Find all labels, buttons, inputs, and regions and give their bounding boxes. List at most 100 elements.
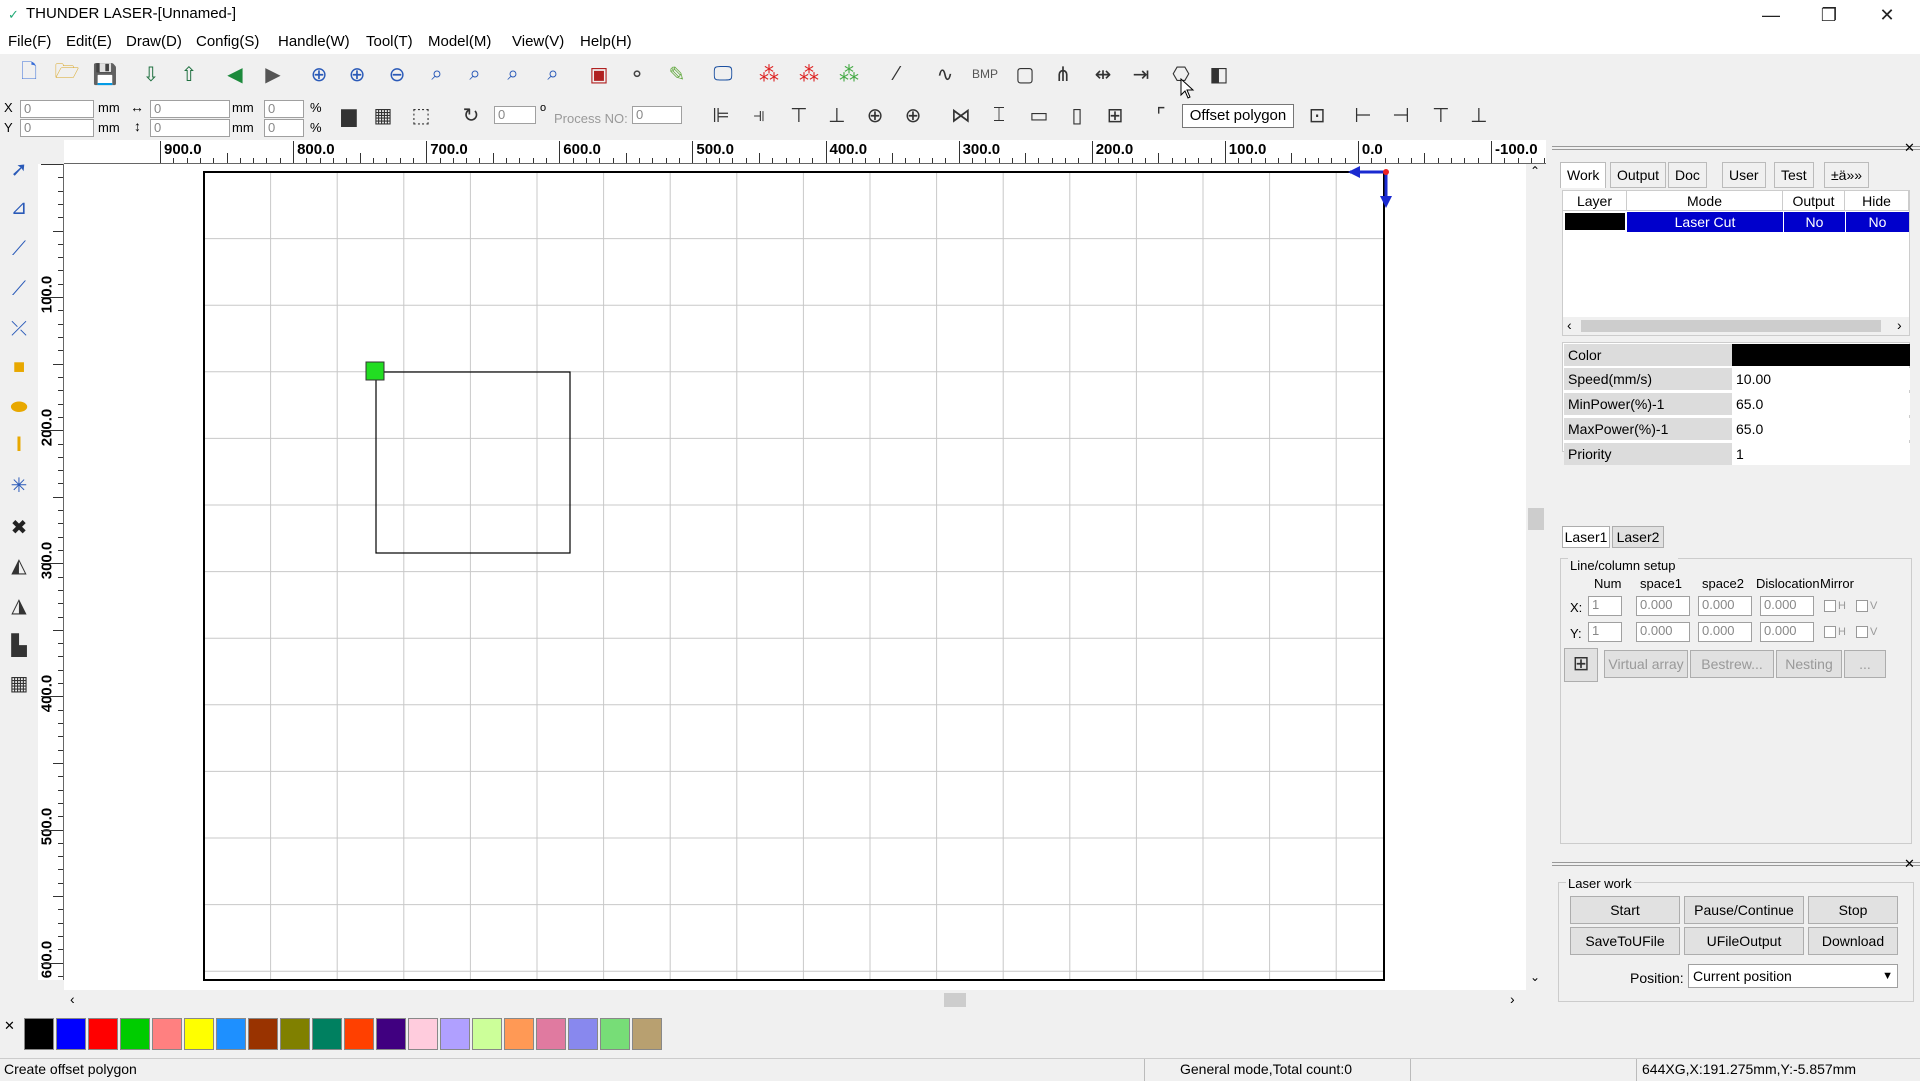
new-file-icon[interactable]: 🗋: [14, 59, 44, 89]
align-right-icon[interactable]: ⫣: [744, 100, 774, 130]
x-mirror-h-checkbox[interactable]: [1824, 600, 1836, 612]
zoom-all-icon[interactable]: ⌕: [538, 59, 568, 89]
prop-minpower-value[interactable]: 65.0: [1732, 393, 1910, 415]
curve-icon[interactable]: ∿: [930, 59, 960, 89]
drawing-canvas[interactable]: [64, 164, 1526, 990]
page-icon[interactable]: ⊡: [1302, 100, 1332, 130]
palette-swatch[interactable]: [184, 1018, 214, 1050]
curve-tool-icon[interactable]: ⤫: [4, 314, 34, 344]
download-button[interactable]: Download: [1808, 927, 1898, 955]
tab-doc[interactable]: Doc: [1668, 162, 1707, 188]
y-position-field[interactable]: 0: [20, 119, 94, 137]
fit-icon[interactable]: ⬚: [406, 100, 436, 130]
save-to-ufile-button[interactable]: SaveToUFile: [1570, 927, 1680, 955]
prop-priority-value[interactable]: 1: [1732, 443, 1910, 465]
point-tool-icon[interactable]: ✳: [4, 470, 34, 500]
layer-hide[interactable]: No: [1846, 212, 1909, 232]
y-percent-field[interactable]: 0: [264, 119, 304, 137]
layer-scroll-right-icon[interactable]: ›: [1897, 317, 1902, 333]
x-space1-field[interactable]: 0.000: [1636, 596, 1690, 616]
rotate-icon[interactable]: ↻: [456, 100, 486, 130]
width-field[interactable]: 0: [150, 100, 230, 118]
position-select[interactable]: Current position ▼: [1688, 964, 1898, 988]
dist-grid-icon[interactable]: ⊞: [1100, 100, 1130, 130]
node-edit-icon[interactable]: ⚬: [622, 59, 652, 89]
maximize-button[interactable]: ❐: [1800, 0, 1858, 30]
align-left-icon[interactable]: ⊫: [706, 100, 736, 130]
tree-icon[interactable]: ⋔: [1048, 59, 1078, 89]
menu-model[interactable]: Model(M): [428, 33, 491, 50]
array-tool-icon[interactable]: ▦: [4, 668, 34, 698]
brush-icon[interactable]: ✎: [662, 59, 692, 89]
monitor-icon[interactable]: 🖵: [708, 59, 738, 89]
align-icon[interactable]: ⇹: [1088, 59, 1118, 89]
ufile-output-button[interactable]: UFileOutput: [1684, 927, 1804, 955]
palette-swatch[interactable]: [88, 1018, 118, 1050]
save-icon[interactable]: 💾: [90, 59, 120, 89]
process-no-field[interactable]: 0: [632, 106, 682, 124]
tab-work[interactable]: Work: [1560, 162, 1607, 188]
palette-swatch[interactable]: [568, 1018, 598, 1050]
array-grid-button[interactable]: ⊞: [1564, 648, 1598, 682]
scroll-up-icon[interactable]: ⌃: [1530, 164, 1540, 178]
col-hide[interactable]: Hide: [1845, 191, 1909, 211]
palette-swatch[interactable]: [440, 1018, 470, 1050]
grid-icon[interactable]: ▦: [368, 100, 398, 130]
x-position-field[interactable]: 0: [20, 100, 94, 118]
palette-swatch[interactable]: [632, 1018, 662, 1050]
palette-swatch[interactable]: [472, 1018, 502, 1050]
more-button[interactable]: ...: [1844, 650, 1886, 678]
tab-test[interactable]: Test: [1774, 162, 1814, 188]
center-h-icon[interactable]: ⊕: [860, 100, 890, 130]
zoom-page-icon[interactable]: ⌕: [422, 59, 452, 89]
height-field[interactable]: 0: [150, 119, 230, 137]
palette-swatch[interactable]: [504, 1018, 534, 1050]
center-v-icon[interactable]: ⊕: [898, 100, 928, 130]
palette-swatch[interactable]: [216, 1018, 246, 1050]
import-icon[interactable]: ⇩: [136, 59, 166, 89]
layer-hscroll[interactable]: ‹ ›: [1563, 317, 1909, 335]
menu-edit[interactable]: Edit(E): [66, 33, 112, 50]
y-space1-field[interactable]: 0.000: [1636, 622, 1690, 642]
rectangle-tool-icon[interactable]: ■: [4, 352, 34, 382]
lock-ratio-icon[interactable]: ▆: [334, 100, 364, 130]
horizontal-scroll-thumb[interactable]: [944, 993, 966, 1007]
palette-swatch[interactable]: [600, 1018, 630, 1050]
menu-tool[interactable]: Tool(T): [366, 33, 413, 50]
edge-top-icon[interactable]: ⊤: [1426, 100, 1456, 130]
zoom-pan-icon[interactable]: ⊕: [304, 59, 334, 89]
col-output[interactable]: Output: [1783, 191, 1845, 211]
menu-config[interactable]: Config(S): [196, 33, 259, 50]
vertical-scrollbar[interactable]: ⌃ ⌄: [1526, 164, 1546, 990]
node-tool-icon[interactable]: ⊿: [4, 192, 34, 222]
panel-close-icon[interactable]: ✕: [1904, 140, 1915, 156]
edge-right-icon[interactable]: ⊣: [1386, 100, 1416, 130]
bestrew-button[interactable]: Bestrew...: [1690, 650, 1774, 678]
tab-output[interactable]: Output: [1610, 162, 1667, 188]
palette-swatch[interactable]: [312, 1018, 342, 1050]
tab-user[interactable]: User: [1722, 162, 1766, 188]
scroll-right-icon[interactable]: ›: [1510, 991, 1515, 1007]
export-icon[interactable]: ⇧: [174, 59, 204, 89]
pause-continue-button[interactable]: Pause/Continue: [1684, 896, 1804, 924]
rotate-field[interactable]: 0: [494, 106, 536, 124]
polyline-tool-icon[interactable]: ⟋: [4, 274, 34, 304]
palette-swatch[interactable]: [120, 1018, 150, 1050]
array-a-icon[interactable]: ⁂: [754, 59, 784, 89]
mirror-v-icon[interactable]: ◮: [4, 590, 34, 620]
same-size-icon[interactable]: ▭: [1024, 100, 1054, 130]
align-bottom-icon[interactable]: ⊥: [822, 100, 852, 130]
select-tool-icon[interactable]: ➚: [4, 154, 34, 184]
same-height-icon[interactable]: ⌶: [984, 100, 1014, 130]
prop-maxpower-value[interactable]: 65.0: [1732, 418, 1910, 440]
menu-help[interactable]: Help(H): [580, 33, 632, 50]
tab-transform[interactable]: ±ä»»: [1824, 162, 1870, 188]
same-width-icon[interactable]: ⋈: [946, 100, 976, 130]
palette-swatch[interactable]: [408, 1018, 438, 1050]
col-mode[interactable]: Mode: [1627, 191, 1783, 211]
layer-mode[interactable]: Laser Cut: [1627, 212, 1783, 232]
layer-row[interactable]: Laser Cut No No: [1563, 212, 1909, 232]
start-button[interactable]: Start: [1570, 896, 1680, 924]
palette-close-icon[interactable]: ✕: [4, 1018, 15, 1034]
zoom-in-icon[interactable]: ⊕: [342, 59, 372, 89]
